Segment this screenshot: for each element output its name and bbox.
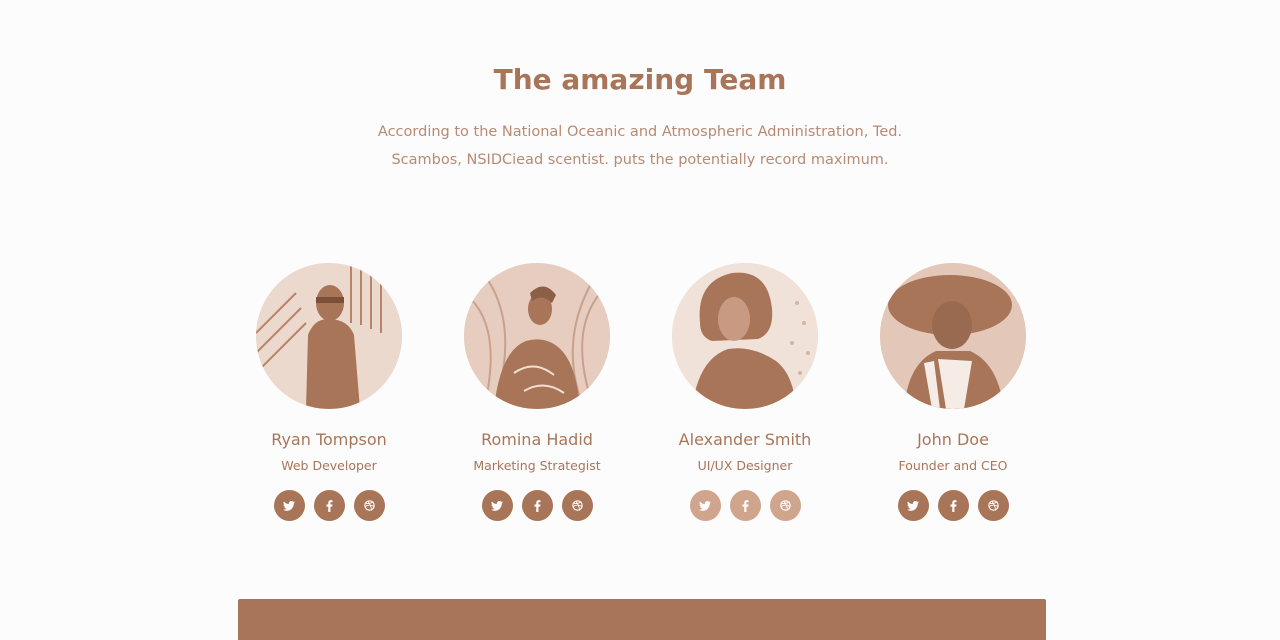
description-line-1: According to the National Oceanic and At… [377,124,903,140]
twitter-link[interactable] [273,490,305,521]
dribbble-link[interactable] [561,490,593,521]
member-role: UI/UX Designer [697,458,793,473]
member-role: Founder and CEO [898,458,1008,473]
facebook-link[interactable] [729,490,761,521]
member-social-links [897,490,1009,521]
facebook-icon [326,499,333,512]
twitter-icon [491,500,503,511]
member-name: Ryan Tompson [271,430,387,449]
member-role: Web Developer [281,458,377,473]
team-list: Ryan Tompson Web Developer Romina Hadid … [225,263,1057,521]
dribbble-icon [987,500,999,511]
member-avatar [464,263,610,409]
member-social-links [689,490,801,521]
facebook-icon [742,499,749,512]
facebook-icon [534,499,541,512]
member-name: John Doe [917,430,989,449]
footer-banner [238,599,1046,640]
member-avatar [256,263,402,409]
team-member-card: Romina Hadid Marketing Strategist [433,263,641,521]
twitter-link[interactable] [897,490,929,521]
member-avatar [880,263,1026,409]
description-line-2: Scambos, NSIDCiead scentist. puts the po… [391,152,889,168]
member-social-links [481,490,593,521]
member-name: Alexander Smith [678,430,812,449]
twitter-icon [907,500,919,511]
facebook-link[interactable] [313,490,345,521]
member-name: Romina Hadid [481,430,593,449]
facebook-link[interactable] [937,490,969,521]
twitter-icon [283,500,295,511]
team-member-card: John Doe Founder and CEO [849,263,1057,521]
team-member-card: Ryan Tompson Web Developer [225,263,433,521]
section-title: The amazing Team [493,63,787,96]
twitter-icon [699,500,711,511]
twitter-link[interactable] [481,490,513,521]
twitter-link[interactable] [689,490,721,521]
member-social-links [273,490,385,521]
section-description: According to the National Oceanic and At… [370,118,910,174]
facebook-link[interactable] [521,490,553,521]
dribbble-link[interactable] [977,490,1009,521]
member-avatar [672,263,818,409]
dribbble-icon [363,500,375,511]
team-member-card: Alexander Smith UI/UX Designer [641,263,849,521]
dribbble-link[interactable] [353,490,385,521]
facebook-icon [950,499,957,512]
dribbble-icon [571,500,583,511]
member-role: Marketing Strategist [473,458,601,473]
dribbble-link[interactable] [769,490,801,521]
dribbble-icon [779,500,791,511]
